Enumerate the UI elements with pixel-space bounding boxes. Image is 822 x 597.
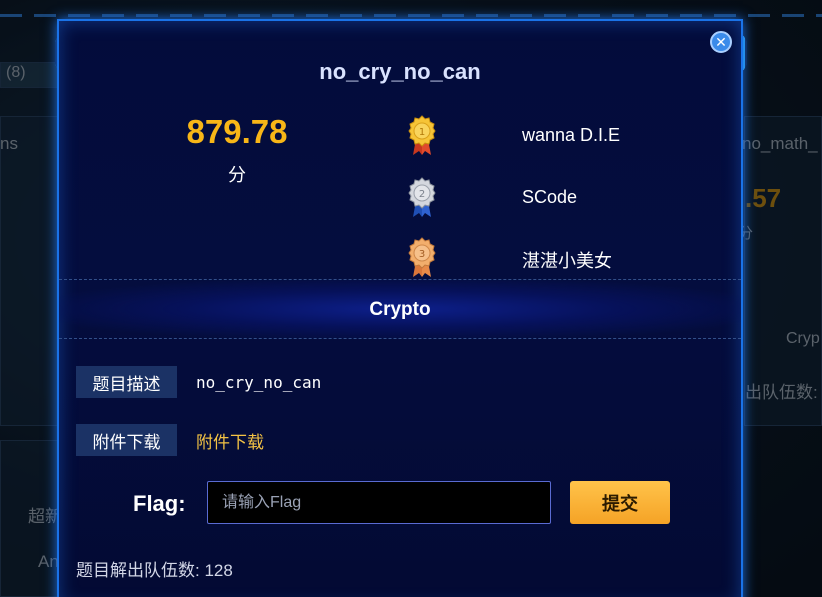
silver-medal-icon: 2 xyxy=(408,177,436,217)
rank-1-team: wanna D.I.E xyxy=(522,125,621,145)
flag-input[interactable] xyxy=(207,481,551,524)
challenge-modal: no_cry_no_can 879.78 分 1 wanna D.I.E 2 S… xyxy=(57,19,743,597)
description-label: 题目描述 xyxy=(76,366,177,398)
category-label: Crypto xyxy=(369,299,431,320)
close-icon[interactable]: ✕ xyxy=(710,31,732,53)
rank-3-number: 3 xyxy=(419,249,425,260)
rank-1-number: 1 xyxy=(419,127,425,138)
rank-row-2: 2 SCode xyxy=(407,177,727,221)
rank-2-team: SCode xyxy=(522,187,578,207)
score-unit: 分 xyxy=(228,165,246,185)
rank-2-number: 2 xyxy=(419,189,425,200)
bronze-medal-icon: 3 xyxy=(408,237,436,277)
description-value: no_cry_no_can xyxy=(196,373,322,392)
rank-row-1: 1 wanna D.I.E xyxy=(407,115,727,159)
solve-count: 题目解出队伍数: 128 xyxy=(76,561,233,580)
rank-row-3: 3 湛湛小美女 xyxy=(407,237,727,281)
challenge-title: no_cry_no_can xyxy=(319,59,481,84)
category-band: Crypto xyxy=(59,279,741,339)
attachment-label: 附件下载 xyxy=(76,424,177,456)
attachment-download-link[interactable]: 附件下载 xyxy=(196,428,264,453)
challenge-score: 879.78 xyxy=(186,113,288,150)
submit-button[interactable]: 提交 xyxy=(570,481,670,524)
flag-label: Flag: xyxy=(133,491,186,516)
rank-3-team: 湛湛小美女 xyxy=(522,251,612,271)
gold-medal-icon: 1 xyxy=(408,115,436,155)
